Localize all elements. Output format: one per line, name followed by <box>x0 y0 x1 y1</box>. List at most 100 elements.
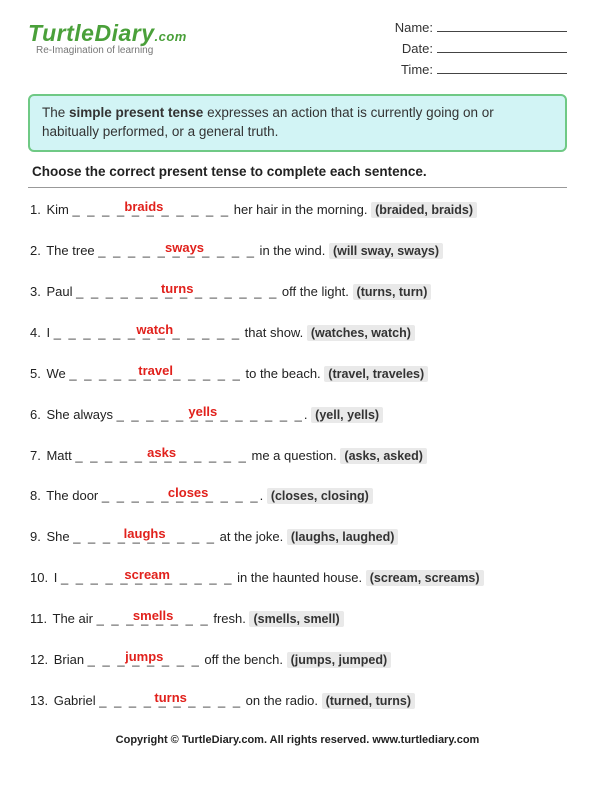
blank-right: _ _ _ <box>211 243 256 258</box>
options: (yell, yells) <box>311 407 383 423</box>
options: (smells, smell) <box>249 611 343 627</box>
answer-blank[interactable]: sways_ _ _ _ <box>158 243 212 260</box>
question-number: 4. <box>30 325 41 340</box>
question-item: 7. Matt _ _ _ _ asks_ _ _ _ _ _ _ _ me a… <box>30 448 565 465</box>
header: TurtleDiary.com Re-Imagination of learni… <box>28 18 567 80</box>
student-meta: Name: Date: Time: <box>395 18 567 80</box>
answer-text: turns <box>144 690 198 707</box>
options: (will sway, sways) <box>329 243 443 259</box>
blank-right: _ _ _ _ <box>171 202 230 217</box>
logo-block: TurtleDiary.com Re-Imagination of learni… <box>28 18 187 80</box>
question-pre: Kim <box>46 202 72 217</box>
blank-left: _ _ _ _ <box>75 448 134 463</box>
question-post: in the haunted house. <box>233 570 362 585</box>
question-post: . <box>304 407 308 422</box>
question-number: 13. <box>30 693 48 708</box>
brand-name: TurtleDiary <box>28 20 155 46</box>
question-number: 3. <box>30 284 41 299</box>
answer-text: smells <box>126 608 180 625</box>
name-input-line[interactable] <box>437 31 567 32</box>
time-label: Time: <box>401 62 433 77</box>
answer-blank[interactable]: turns_ _ _ _ <box>144 693 198 710</box>
question-pre: Brian <box>54 652 88 667</box>
blank-right: _ _ <box>171 652 201 667</box>
options: (turns, turn) <box>353 284 432 300</box>
name-label: Name: <box>395 20 433 35</box>
question-number: 11. <box>30 611 47 626</box>
answer-text: yells <box>176 404 230 421</box>
answer-blank[interactable]: travel_ _ _ _ <box>129 366 183 383</box>
answer-blank[interactable]: scream_ _ _ _ <box>120 570 174 587</box>
instruction-text: Choose the correct present tense to comp… <box>32 164 567 179</box>
question-pre: I <box>46 325 53 340</box>
answer-blank[interactable]: laughs_ _ _ _ <box>118 529 172 546</box>
answer-blank[interactable]: turns_ _ _ _ <box>150 284 204 301</box>
answer-text: laughs <box>118 526 172 543</box>
options: (asks, asked) <box>340 448 427 464</box>
blank-right: _ _ _ _ <box>189 448 248 463</box>
question-post: . <box>260 488 264 503</box>
answer-blank[interactable]: asks_ _ _ _ <box>135 448 189 465</box>
answer-blank[interactable]: braids_ _ _ _ <box>117 202 171 219</box>
question-number: 6. <box>30 407 41 422</box>
answer-text: asks <box>135 445 189 462</box>
question-pre: The air <box>53 611 97 626</box>
blank-left: _ _ _ _ <box>98 243 157 258</box>
answer-text: jumps <box>117 649 171 666</box>
blank-right: _ _ _ _ _ <box>204 284 278 299</box>
blank-right: _ _ _ <box>198 693 243 708</box>
question-pre: She always <box>46 407 116 422</box>
blank-right: _ _ _ <box>172 529 217 544</box>
options: (travel, traveles) <box>324 366 428 382</box>
answer-blank[interactable]: watch_ _ _ _ <box>128 325 182 342</box>
question-number: 5. <box>30 366 41 381</box>
answer-blank[interactable]: yells_ _ _ _ <box>176 407 230 424</box>
question-post: off the light. <box>278 284 349 299</box>
question-item: 8. The door _ _ _ _ closes_ _ _ _ _ _ _.… <box>30 488 565 505</box>
blank-right: _ _ <box>180 611 210 626</box>
worksheet-page: TurtleDiary.com Re-Imagination of learni… <box>0 0 595 760</box>
question-item: 11. The air _ _ smells_ _ _ _ _ _ fresh.… <box>30 611 565 628</box>
answer-blank[interactable]: jumps_ _ _ _ <box>117 652 171 669</box>
blank-left: _ _ _ _ <box>117 407 176 422</box>
question-number: 1. <box>30 202 41 217</box>
answer-blank[interactable]: closes_ _ _ _ <box>161 488 215 505</box>
options: (watches, watch) <box>307 325 415 341</box>
blank-right: _ _ _ _ <box>183 366 242 381</box>
question-pre: Paul <box>46 284 76 299</box>
date-input-line[interactable] <box>437 52 567 53</box>
options: (laughs, laughed) <box>287 529 398 545</box>
options: (scream, screams) <box>366 570 484 586</box>
time-input-line[interactable] <box>437 73 567 74</box>
blank-left: _ _ <box>88 652 118 667</box>
answer-text: braids <box>117 199 171 216</box>
blank-left: _ _ _ _ <box>102 488 161 503</box>
blank-left: _ _ _ <box>73 529 118 544</box>
question-item: 2. The tree _ _ _ _ sways_ _ _ _ _ _ _ i… <box>30 243 565 260</box>
question-post: her hair in the morning. <box>230 202 367 217</box>
blank-left: _ _ _ <box>72 202 117 217</box>
question-post: fresh. <box>210 611 246 626</box>
brand-dotcom: .com <box>155 29 187 44</box>
blank-right: _ _ _ <box>215 488 260 503</box>
question-number: 7. <box>30 448 41 463</box>
blank-left: _ _ _ _ _ <box>76 284 150 299</box>
question-number: 12. <box>30 652 48 667</box>
divider <box>28 187 567 188</box>
answer-text: scream <box>120 567 174 584</box>
answer-text: travel <box>129 363 183 380</box>
question-post: that show. <box>241 325 303 340</box>
question-pre: Matt <box>46 448 75 463</box>
answer-text: sways <box>158 240 212 257</box>
brand-logo: TurtleDiary.com <box>28 20 187 47</box>
blank-left: _ _ <box>97 611 127 626</box>
question-list: 1. Kim _ _ _ braids_ _ _ _ _ _ _ _ her h… <box>28 202 567 710</box>
answer-blank[interactable]: smells_ _ _ _ <box>126 611 180 628</box>
question-post: at the joke. <box>216 529 283 544</box>
question-pre: Gabriel <box>54 693 100 708</box>
question-post: in the wind. <box>256 243 325 258</box>
question-pre: We <box>46 366 69 381</box>
hint-box: The simple present tense expresses an ac… <box>28 94 567 152</box>
options: (jumps, jumped) <box>287 652 392 668</box>
blank-left: _ _ _ <box>99 693 144 708</box>
